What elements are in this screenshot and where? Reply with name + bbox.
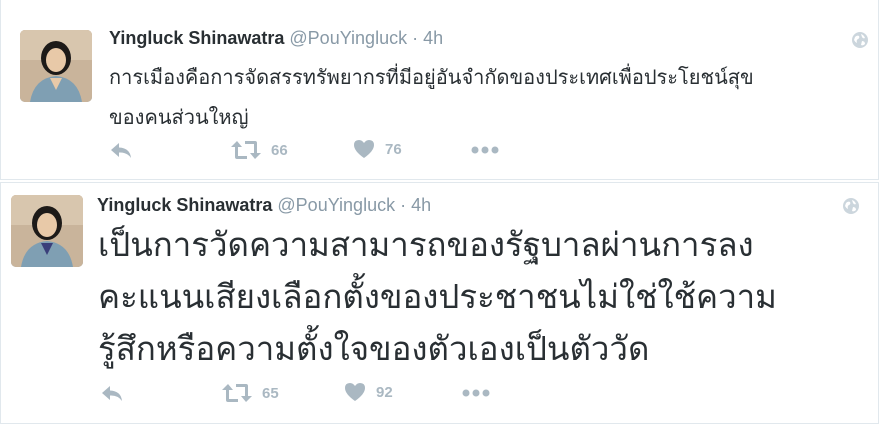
retweet-button[interactable]: 66 — [231, 139, 288, 161]
tweet-text: การเมืองคือการจัดสรรทรัพยากรที่มีอยู่อัน… — [109, 58, 754, 138]
tweet-text-line: ของคนส่วนใหญ่ — [109, 107, 249, 129]
like-count: 92 — [376, 383, 393, 401]
display-name[interactable]: Yingluck Shinawatra — [97, 195, 272, 215]
tweet-card[interactable]: Yingluck Shinawatra @PouYingluck · 4h กา… — [0, 0, 879, 180]
more-dots-icon — [462, 389, 490, 397]
tweet-card[interactable]: Yingluck Shinawatra @PouYingluck · 4h เป… — [0, 182, 879, 424]
heart-icon — [345, 383, 365, 401]
avatar[interactable] — [20, 30, 92, 102]
tweet-text-line: เป็นการวัดความสามารถของรัฐบาลผ่านการลง — [98, 226, 754, 263]
retweet-icon — [231, 141, 261, 159]
retweet-count: 66 — [271, 141, 288, 159]
retweet-count: 65 — [262, 384, 279, 402]
user-handle[interactable]: @PouYingluck — [289, 28, 407, 48]
reply-button[interactable] — [100, 383, 124, 403]
tweet-text-line: คะแนนเสียงเลือกตั้งของประชาชนไม่ใช่ใช้คว… — [98, 278, 777, 315]
timestamp[interactable]: 4h — [411, 195, 431, 215]
more-button[interactable] — [471, 146, 499, 154]
tweet-actions: 66 76 — [1, 138, 878, 164]
like-count: 76 — [385, 140, 402, 158]
separator: · — [400, 195, 407, 215]
tweet-header: Yingluck Shinawatra @PouYingluck · 4h — [109, 28, 443, 48]
more-button[interactable] — [462, 389, 490, 397]
separator: · — [412, 28, 419, 48]
timestamp[interactable]: 4h — [423, 28, 443, 48]
tweet-header: Yingluck Shinawatra @PouYingluck · 4h — [97, 195, 431, 215]
tweet-text-line: รู้สึกหรือความตั้งใจของตัวเองเป็นตัววัด — [98, 330, 650, 367]
reply-button[interactable] — [109, 140, 133, 160]
heart-icon — [354, 140, 374, 158]
tweet-text-line: การเมืองคือการจัดสรรทรัพยากรที่มีอยู่อัน… — [109, 67, 754, 89]
like-button[interactable]: 92 — [344, 382, 393, 402]
reply-icon — [111, 143, 131, 158]
avatar[interactable] — [11, 195, 83, 267]
retweet-button[interactable]: 65 — [222, 382, 279, 404]
tweet-text: เป็นการวัดความสามารถของรัฐบาลผ่านการลง ค… — [98, 219, 777, 375]
retweet-icon — [222, 384, 252, 402]
tweet-actions: 65 92 — [1, 381, 878, 407]
globe-icon — [843, 198, 859, 214]
like-button[interactable]: 76 — [353, 139, 402, 159]
more-dots-icon — [471, 146, 499, 154]
reply-icon — [102, 386, 122, 401]
display-name[interactable]: Yingluck Shinawatra — [109, 28, 284, 48]
user-handle[interactable]: @PouYingluck — [277, 195, 395, 215]
globe-icon — [852, 32, 868, 48]
